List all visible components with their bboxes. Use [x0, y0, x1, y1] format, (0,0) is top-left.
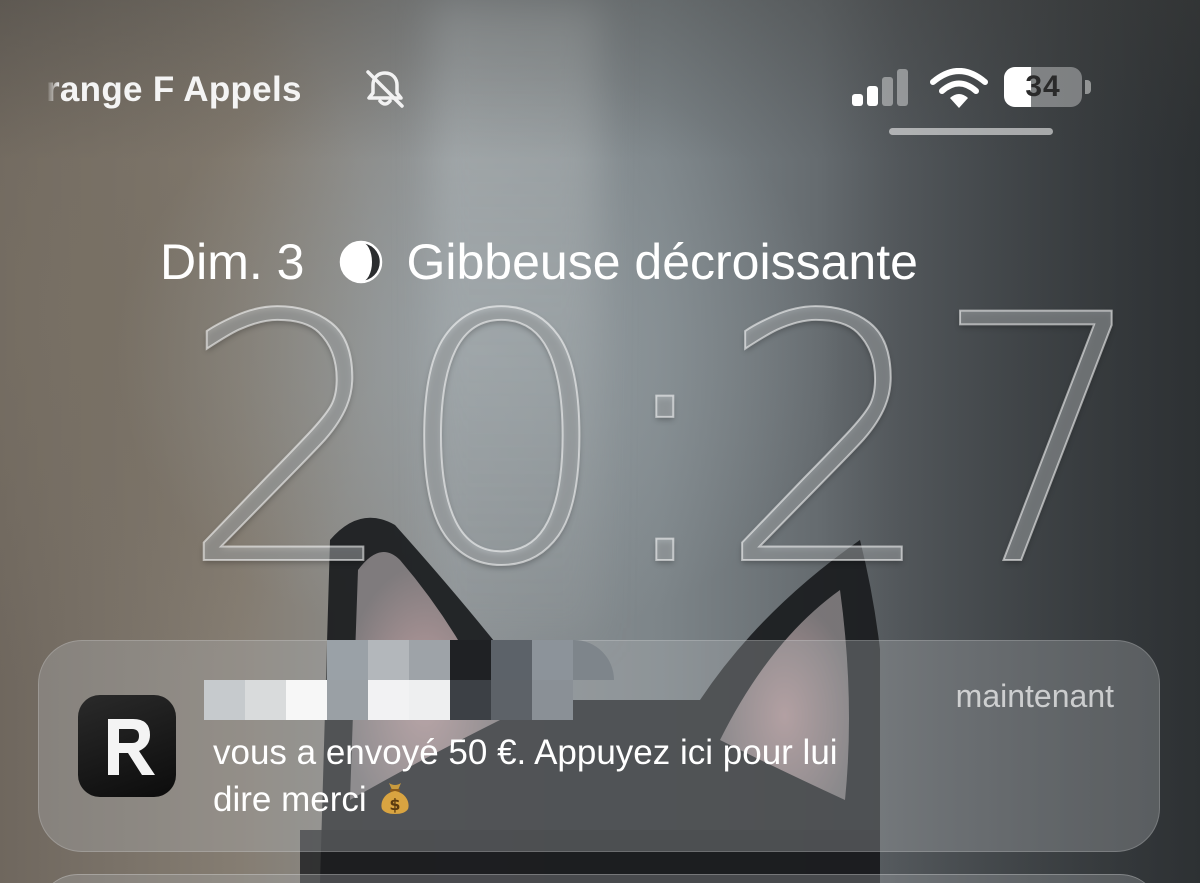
- notification-body-line-2: dire merci $: [213, 776, 1013, 823]
- battery-icon: 34: [1004, 67, 1092, 107]
- carrier-label: range F Appels: [46, 70, 302, 109]
- battery-level: 34: [1025, 70, 1061, 103]
- svg-text:$: $: [389, 795, 400, 814]
- notification-body: vous a envoyé 50 €. Appuyez ici pour lui…: [213, 729, 1013, 823]
- notification-body-line-2-text: dire merci: [213, 780, 367, 819]
- lock-screen-clock[interactable]: 20:27: [179, 261, 1151, 623]
- money-bag-icon: $: [381, 783, 409, 814]
- bell-slash-icon: [366, 70, 404, 108]
- revolut-icon: [78, 695, 176, 797]
- control-center-handle[interactable]: [889, 128, 1053, 135]
- battery-nub: [1085, 80, 1091, 94]
- notification-time: maintenant: [955, 678, 1114, 714]
- battery-body: 34: [1004, 67, 1082, 107]
- lock-screen: range F Appels 34 Dim. 3 Gibbeuse décroi…: [0, 0, 1200, 883]
- notification-card[interactable]: maintenant vous a envoyé 50 €. Appuyez i…: [38, 640, 1160, 852]
- wifi-icon: [930, 68, 988, 108]
- notification-body-line-1: vous a envoyé 50 €. Appuyez ici pour lui: [213, 733, 838, 772]
- next-notification-card[interactable]: [38, 874, 1160, 883]
- cellular-signal-icon: [852, 69, 908, 106]
- redacted-sender-name: [204, 640, 614, 720]
